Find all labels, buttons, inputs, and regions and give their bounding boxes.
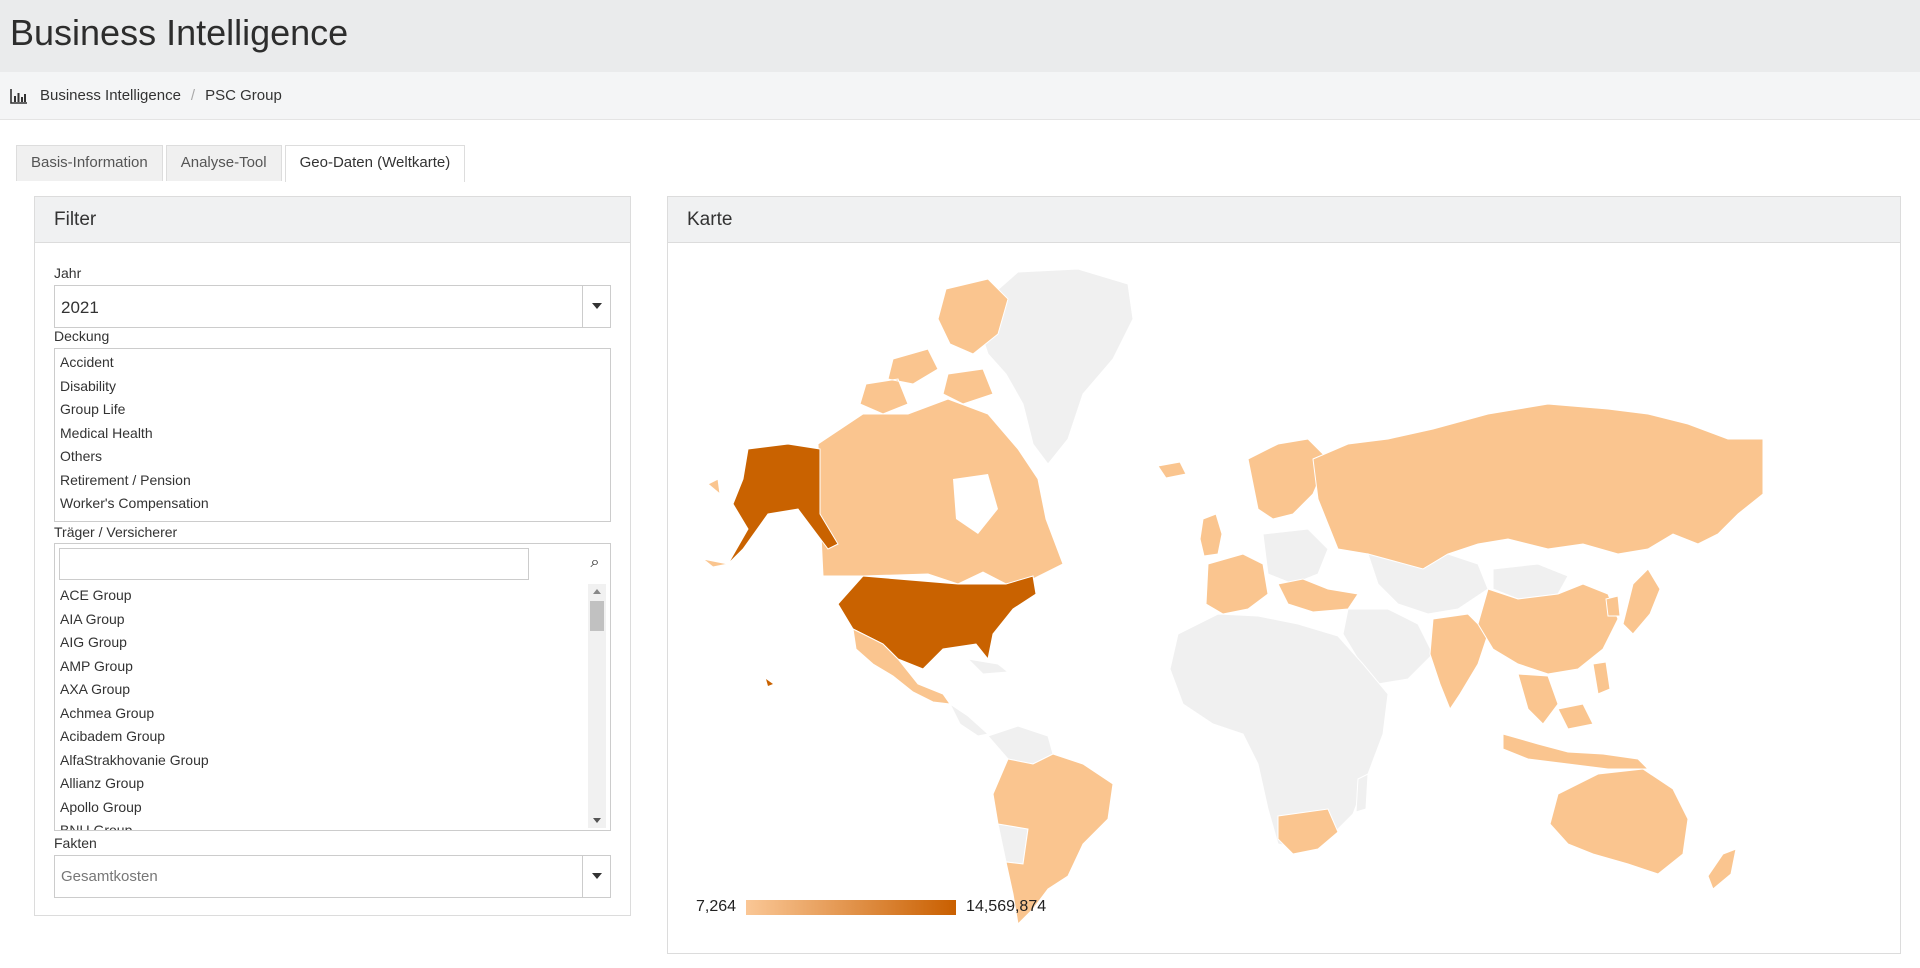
carrier-search-input[interactable]	[59, 548, 529, 580]
carrier-option[interactable]: AIG Group	[55, 631, 589, 655]
map-legend: 7,264 14,569,874	[696, 898, 1046, 916]
year-select[interactable]: 2021	[54, 285, 611, 328]
carrier-option[interactable]: AlfaStrakhovanie Group	[55, 749, 589, 773]
region-balkans-turkey	[1277, 578, 1359, 613]
scrollbar-thumb[interactable]	[590, 601, 604, 631]
filter-panel: Filter Jahr 2021 Deckung Accident Disabi…	[34, 196, 631, 916]
region-madagascar	[1355, 773, 1369, 813]
region-iceland	[1157, 461, 1187, 479]
app-header: Business Intelligence	[0, 0, 1920, 72]
carrier-option[interactable]: Achmea Group	[55, 702, 589, 726]
region-indonesia	[1502, 733, 1650, 770]
region-china	[1477, 583, 1619, 675]
coverage-option[interactable]: Others	[55, 445, 610, 469]
carrier-option[interactable]: AXA Group	[55, 678, 589, 702]
carrier-option[interactable]: Apollo Group	[55, 796, 589, 820]
region-philippines	[1592, 661, 1611, 695]
carrier-scrollbar[interactable]	[588, 584, 606, 828]
region-canada	[817, 398, 1064, 585]
scroll-up-icon[interactable]	[588, 584, 606, 600]
tab-analyse-tool[interactable]: Analyse-Tool	[165, 145, 282, 181]
year-label: Jahr	[54, 265, 82, 281]
region-europe-west	[1205, 553, 1269, 615]
region-uk	[1199, 513, 1223, 557]
app-title: Business Intelligence	[10, 12, 349, 53]
region-southeast-asia	[1517, 673, 1594, 730]
breadcrumb: Business Intelligence / PSC Group	[10, 87, 282, 104]
facts-label: Fakten	[54, 835, 97, 851]
coverage-option[interactable]: Medical Health	[55, 422, 610, 446]
tab-geo-daten[interactable]: Geo-Daten (Weltkarte)	[284, 145, 466, 182]
region-new-zealand	[1707, 848, 1737, 890]
region-korea	[1605, 595, 1621, 617]
coverage-listbox[interactable]: Accident Disability Group Life Medical H…	[54, 348, 611, 522]
facts-select[interactable]: Gesamtkosten	[54, 855, 611, 898]
search-icon[interactable]: ⌕	[586, 554, 604, 572]
coverage-option[interactable]: Retirement / Pension	[55, 469, 610, 493]
year-value: 2021	[61, 298, 99, 317]
carrier-option[interactable]: AMP Group	[55, 655, 589, 679]
coverage-label: Deckung	[54, 328, 110, 344]
world-map-svg[interactable]	[688, 264, 1764, 935]
filter-panel-title: Filter	[35, 197, 630, 243]
world-map[interactable]: 7,264 14,569,874	[688, 264, 1764, 935]
map-panel-title: Karte	[668, 197, 1900, 243]
bar-chart-icon	[10, 88, 28, 104]
region-japan	[1622, 568, 1661, 635]
region-russia	[1312, 403, 1764, 570]
carrier-option[interactable]: Allianz Group	[55, 772, 589, 796]
region-central-america	[948, 658, 1010, 737]
scroll-down-icon[interactable]	[588, 812, 606, 828]
breadcrumb-current[interactable]: PSC Group	[205, 87, 282, 104]
facts-value: Gesamtkosten	[61, 868, 158, 885]
region-india	[1429, 613, 1489, 711]
region-aleutians	[702, 478, 729, 568]
carrier-option[interactable]: BNU Group	[55, 819, 589, 830]
carrier-option[interactable]: AIA Group	[55, 608, 589, 632]
breadcrumb-separator: /	[190, 87, 196, 104]
carrier-option[interactable]: Acibadem Group	[55, 725, 589, 749]
tab-bar: Basis-Information Analyse-Tool Geo-Daten…	[16, 145, 468, 182]
carrier-listbox: ⌕ ACE Group AIA Group AIG Group AMP Grou…	[54, 543, 611, 831]
region-hawaii	[766, 679, 773, 686]
coverage-option[interactable]: Accident	[55, 351, 610, 375]
legend-max: 14,569,874	[966, 898, 1047, 915]
region-australia	[1549, 768, 1689, 875]
chevron-down-icon[interactable]	[582, 856, 610, 897]
region-europe-east	[1262, 528, 1329, 585]
carrier-label: Träger / Versicherer	[54, 524, 178, 540]
carrier-option[interactable]: ACE Group	[55, 584, 589, 608]
breadcrumb-link-business-intelligence[interactable]: Business Intelligence	[40, 87, 181, 104]
coverage-option[interactable]: Group Life	[55, 398, 610, 422]
chevron-down-icon[interactable]	[582, 286, 610, 327]
breadcrumb-bar: Business Intelligence / PSC Group	[0, 72, 1920, 120]
region-south-africa	[1277, 808, 1339, 855]
carrier-list: ACE Group AIA Group AIG Group AMP Group …	[55, 584, 589, 830]
coverage-option[interactable]: Worker's Compensation	[55, 492, 610, 516]
coverage-option[interactable]: Disability	[55, 375, 610, 399]
legend-min: 7,264	[696, 898, 737, 915]
legend-gradient	[746, 899, 957, 915]
tab-basis-information[interactable]: Basis-Information	[16, 145, 163, 181]
map-panel: Karte 7,264 14,569,874	[667, 196, 1901, 954]
